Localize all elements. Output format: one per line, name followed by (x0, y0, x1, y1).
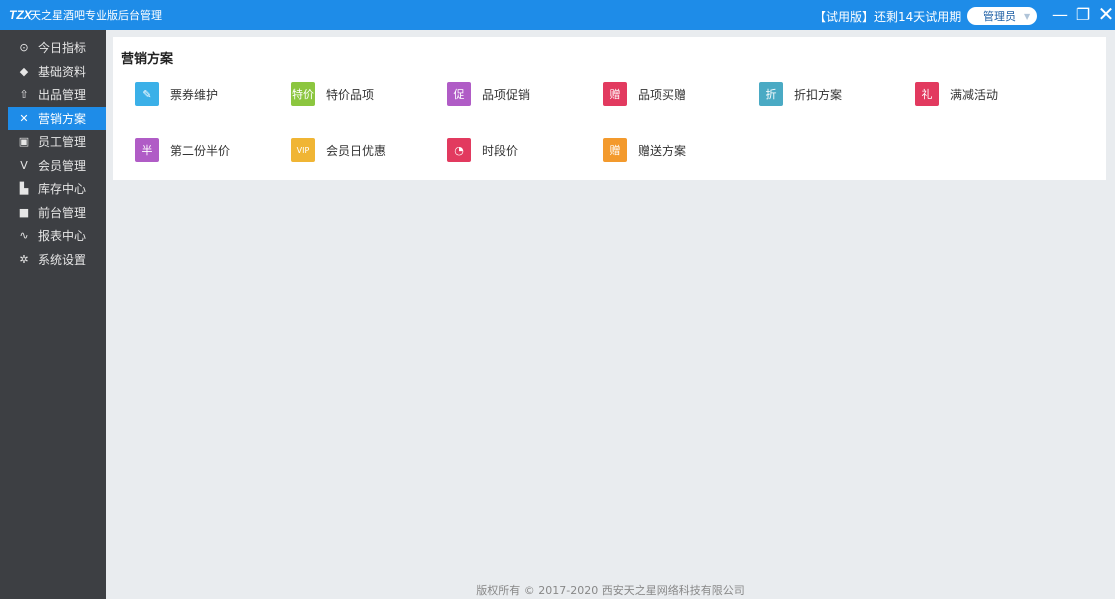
tile-label: 第二份半价 (170, 143, 231, 158)
minimize-button[interactable]: — (1050, 4, 1070, 24)
sidebar-item-label: 出品管理 (38, 88, 87, 103)
sidebar-item-9[interactable]: ✲ 系统设置 (8, 248, 106, 272)
marketing-tile-2[interactable]: 促品项促销 (447, 82, 530, 106)
app-window: TZX 天之星酒吧专业版后台管理 【试用版】还剩14天试用期 管理员 ▼ — ❐… (0, 0, 1115, 599)
marketing-tile-7[interactable]: VIP 会员日优惠 (291, 138, 386, 162)
sidebar-item-1[interactable]: ◆ 基础资料 (8, 60, 106, 84)
marketing-tile-1[interactable]: 特价 特价品项 (291, 82, 374, 106)
admin-dropdown[interactable]: 管理员 ▼ (967, 7, 1037, 25)
tile-label: 赠送方案 (638, 143, 687, 158)
tile-label: 品项促销 (482, 87, 531, 102)
sidebar-item-label: 报表中心 (38, 229, 87, 244)
chevron-down-icon: ▼ (1024, 11, 1031, 21)
tools-icon: ✕ (19, 111, 29, 125)
app-logo: TZX (9, 8, 32, 22)
app-title: 天之星酒吧专业版后台管理 (30, 9, 162, 22)
marketing-tile-4[interactable]: 折折扣方案 (759, 82, 842, 106)
tile-label: 时段价 (482, 143, 519, 158)
tile-label: 满减活动 (950, 87, 999, 102)
marketing-tile-8[interactable]: ◔ 时段价 (447, 138, 518, 162)
marketing-tile-6[interactable]: 半第二份半价 (135, 138, 230, 162)
sidebar-item-label: 员工管理 (38, 135, 87, 150)
sidebar-item-8[interactable]: ∿ 报表中心 (8, 224, 106, 248)
sidebar-item-label: 会员管理 (38, 158, 87, 173)
target-icon: ⊙ (19, 41, 29, 55)
sidebar-item-0[interactable]: ⊙ 今日指标 (8, 36, 106, 60)
marketing-tile-3[interactable]: 赠品项买赠 (603, 82, 686, 106)
marketing-tile-9[interactable]: 赠赠送方案 (603, 138, 686, 162)
layers-icon: ◆ (19, 64, 29, 78)
sidebar: ⊙ 今日指标 ◆ 基础资料 ⇧ 出品管理 ✕ 营销方案 ▣ 员工管理 V 会员管理 ▙ 库存中心 ■ 前台管理… (8, 36, 106, 599)
restore-button[interactable]: ❐ (1073, 4, 1093, 24)
sidebar-item-4[interactable]: ▣ 员工管理 (8, 130, 106, 154)
chart-line-icon: ∿ (19, 229, 29, 243)
tile-label: 会员日优惠 (326, 143, 387, 158)
discount-icon: 折 (759, 82, 783, 106)
buy-gift-icon: 赠 (603, 82, 627, 106)
sidebar-item-6[interactable]: ▙ 库存中心 (8, 177, 106, 201)
gear-icon: ✲ (19, 252, 29, 266)
sidebar-item-label: 前台管理 (38, 205, 87, 220)
sidebar-item-label: 基础资料 (38, 64, 87, 79)
sidebar-item-label: 系统设置 (38, 252, 87, 267)
gift-box-icon: 礼 (915, 82, 939, 106)
marketing-panel: 营销方案 ✎ 票券维护 特价 特价品项促品项促销赠品项买赠折折扣方案礼满减活动半第二份… (113, 37, 1106, 180)
sidebar-item-label: 今日指标 (38, 41, 87, 56)
monitor-icon: ■ (18, 205, 30, 219)
tile-label: 票券维护 (170, 87, 219, 102)
close-button[interactable]: ✕ (1096, 2, 1115, 26)
admin-label: 管理员 (983, 10, 1016, 23)
half-price-icon: 半 (135, 138, 159, 162)
page-title: 营销方案 (121, 52, 174, 67)
title-bar: TZX 天之星酒吧专业版后台管理 【试用版】还剩14天试用期 管理员 ▼ — ❐… (0, 0, 1115, 30)
copyright-footer: 版权所有 © 2017-2020 西安天之星网络科技有限公司 (476, 584, 745, 597)
sidebar-item-label: 营销方案 (38, 111, 87, 126)
marketing-tile-0[interactable]: ✎ 票券维护 (135, 82, 218, 106)
sidebar-item-5[interactable]: V 会员管理 (8, 154, 106, 178)
trial-notice: 【试用版】还剩14天试用期 (814, 10, 962, 24)
warehouse-icon: ▙ (19, 182, 29, 196)
sidebar-item-2[interactable]: ⇧ 出品管理 (8, 83, 106, 107)
sidebar-item-label: 库存中心 (38, 182, 87, 197)
special-price-icon: 特价 (291, 82, 315, 106)
tile-label: 特价品项 (326, 87, 375, 102)
ticket-edit-icon: ✎ (135, 82, 159, 106)
main-content: 营销方案 ✎ 票券维护 特价 特价品项促品项促销赠品项买赠折折扣方案礼满减活动半第二份… (106, 30, 1115, 599)
check-v-icon: V (20, 158, 28, 172)
promotion-icon: 促 (447, 82, 471, 106)
gift-plan-icon: 赠 (603, 138, 627, 162)
marketing-tile-5[interactable]: 礼满减活动 (915, 82, 998, 106)
tile-label: 品项买赠 (638, 87, 687, 102)
vip-calendar-icon: VIP (291, 138, 315, 162)
sidebar-item-3[interactable]: ✕ 营销方案 (8, 106, 106, 130)
clock-price-icon: ◔ (447, 138, 471, 162)
id-card-icon: ▣ (18, 135, 30, 149)
tile-label: 折扣方案 (794, 87, 843, 102)
sidebar-item-7[interactable]: ■ 前台管理 (8, 201, 106, 225)
export-icon: ⇧ (19, 88, 29, 102)
